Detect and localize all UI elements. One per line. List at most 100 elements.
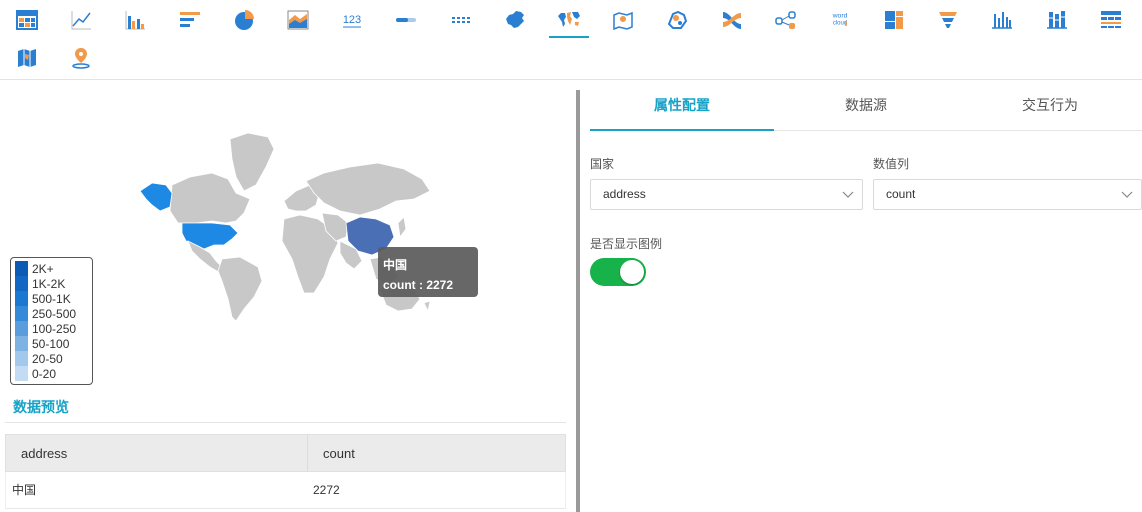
tab-interaction[interactable]: 交互行为 bbox=[958, 81, 1142, 130]
chevron-down-icon bbox=[842, 191, 854, 198]
horizontal-bar-chart-button[interactable] bbox=[163, 2, 217, 38]
value-select-value: count bbox=[886, 187, 916, 201]
alaska-region bbox=[139, 182, 173, 212]
legend-label: 250-500 bbox=[32, 306, 77, 321]
map-tooltip: 中国 count : 2272 bbox=[378, 247, 478, 297]
bubble-map-button[interactable] bbox=[650, 2, 704, 38]
column-header-address[interactable]: address bbox=[6, 435, 308, 471]
legend-item[interactable]: 100-250 bbox=[15, 321, 92, 336]
location-map-button[interactable] bbox=[596, 2, 650, 38]
tooltip-value: count : 2272 bbox=[383, 278, 454, 292]
bar-chart-icon bbox=[125, 11, 146, 30]
chevron-down-icon bbox=[1121, 191, 1133, 198]
cross-table-button[interactable] bbox=[1084, 2, 1138, 38]
legend-label: 1K-2K bbox=[32, 276, 66, 291]
bubble-map-icon bbox=[668, 10, 688, 29]
legend-swatch bbox=[15, 351, 28, 366]
table-chart-button[interactable] bbox=[0, 2, 54, 38]
country-select-value: address bbox=[603, 187, 646, 201]
chart-type-row-1: 123 word cloud bbox=[0, 2, 1138, 38]
relationship-graph-icon bbox=[774, 11, 796, 29]
tooltip-region-name: 中国 bbox=[383, 258, 408, 272]
point-map-button[interactable] bbox=[54, 40, 108, 76]
table-cell-address: 中国 bbox=[12, 483, 37, 497]
column-header-count[interactable]: count bbox=[308, 435, 565, 471]
legend-swatch bbox=[15, 306, 28, 321]
line-chart-icon bbox=[71, 11, 92, 30]
word-cloud-button[interactable]: word cloud bbox=[813, 2, 867, 38]
progress-bar-icon bbox=[396, 18, 417, 22]
svg-text:123: 123 bbox=[343, 14, 361, 26]
world-map-button[interactable] bbox=[542, 2, 596, 38]
map-legend: 2K+ 1K-2K 500-1K 250-500 100-250 50-100 20-50 0… bbox=[10, 257, 93, 385]
world-map-icon bbox=[557, 12, 580, 27]
table-row: 中国 2272 bbox=[5, 472, 566, 509]
legend-swatch bbox=[15, 276, 28, 291]
legend-item[interactable]: 0-20 bbox=[15, 366, 92, 381]
svg-text:cloud: cloud bbox=[833, 20, 847, 26]
pivot-grid-button[interactable] bbox=[434, 2, 488, 38]
region-map-button[interactable] bbox=[0, 40, 54, 76]
area-chart-button[interactable] bbox=[271, 2, 325, 38]
tab-data-source[interactable]: 数据源 bbox=[774, 81, 958, 130]
greenland-region bbox=[229, 132, 275, 192]
legend-label: 20-50 bbox=[32, 351, 63, 366]
legend-item[interactable]: 250-500 bbox=[15, 306, 92, 321]
legend-item[interactable]: 20-50 bbox=[15, 351, 92, 366]
data-preview-table: address count 中国 2272 bbox=[5, 434, 566, 509]
country-field-label: 国家 bbox=[590, 157, 615, 171]
column-chart-button[interactable] bbox=[975, 2, 1029, 38]
china-map-button[interactable] bbox=[488, 2, 542, 38]
treemap-button[interactable] bbox=[867, 2, 921, 38]
data-preview-title: 数据预览 bbox=[13, 399, 69, 415]
stacked-column-button[interactable] bbox=[1030, 2, 1084, 38]
relationship-graph-button[interactable] bbox=[759, 2, 813, 38]
legend-item[interactable]: 500-1K bbox=[15, 291, 92, 306]
config-panel: 属性配置 数据源 交互行为 国家 address 数值列 count 是否显示图… bbox=[580, 81, 1142, 512]
legend-swatch bbox=[15, 366, 28, 381]
pie-chart-icon bbox=[234, 10, 254, 30]
pie-chart-button[interactable] bbox=[217, 2, 271, 38]
treemap-icon bbox=[885, 11, 904, 29]
horizontal-bar-chart-icon bbox=[179, 12, 200, 27]
table-cell-count: 2272 bbox=[313, 483, 340, 497]
legend-label: 500-1K bbox=[32, 291, 71, 306]
world-map-chart[interactable]: 2K+ 1K-2K 500-1K 250-500 100-250 50-100 20-50 0… bbox=[0, 81, 576, 391]
svg-text:word: word bbox=[831, 12, 847, 19]
word-cloud-icon: word cloud bbox=[831, 12, 847, 26]
line-chart-button[interactable] bbox=[54, 2, 108, 38]
legend-label: 2K+ bbox=[32, 261, 54, 276]
legend-label: 0-20 bbox=[32, 366, 57, 381]
china-map-icon bbox=[505, 11, 524, 28]
column-chart-icon bbox=[992, 12, 1013, 29]
area-chart-icon bbox=[287, 10, 309, 30]
stacked-column-icon bbox=[1046, 11, 1067, 29]
value-column-select[interactable]: count bbox=[873, 179, 1142, 210]
chart-type-row-2 bbox=[0, 40, 108, 76]
sankey-chart-button[interactable] bbox=[704, 2, 758, 38]
legend-label: 100-250 bbox=[32, 321, 77, 336]
tab-properties[interactable]: 属性配置 bbox=[590, 81, 774, 131]
pivot-grid-icon bbox=[451, 17, 470, 23]
bar-chart-button[interactable] bbox=[108, 2, 162, 38]
russia-region bbox=[305, 162, 431, 216]
kpi-number-icon: 123 bbox=[343, 14, 361, 28]
country-select[interactable]: address bbox=[590, 179, 863, 210]
point-map-icon bbox=[72, 48, 91, 69]
legend-item[interactable]: 2K+ bbox=[15, 261, 92, 276]
legend-swatch bbox=[15, 336, 28, 351]
legend-swatch bbox=[15, 321, 28, 336]
config-tabs: 属性配置 数据源 交互行为 bbox=[590, 81, 1142, 131]
legend-label: 50-100 bbox=[32, 336, 70, 351]
legend-item[interactable]: 1K-2K bbox=[15, 276, 92, 291]
kpi-number-button[interactable]: 123 bbox=[325, 2, 379, 38]
south-america-region bbox=[217, 256, 263, 322]
legend-swatch bbox=[15, 261, 28, 276]
preview-panel: 2K+ 1K-2K 500-1K 250-500 100-250 50-100 20-50 0… bbox=[0, 81, 576, 512]
funnel-chart-button[interactable] bbox=[921, 2, 975, 38]
location-map-icon bbox=[613, 11, 633, 31]
legend-item[interactable]: 50-100 bbox=[15, 336, 92, 351]
progress-bar-button[interactable] bbox=[379, 2, 433, 38]
show-legend-toggle[interactable] bbox=[590, 258, 646, 286]
table-chart-icon bbox=[16, 10, 39, 30]
